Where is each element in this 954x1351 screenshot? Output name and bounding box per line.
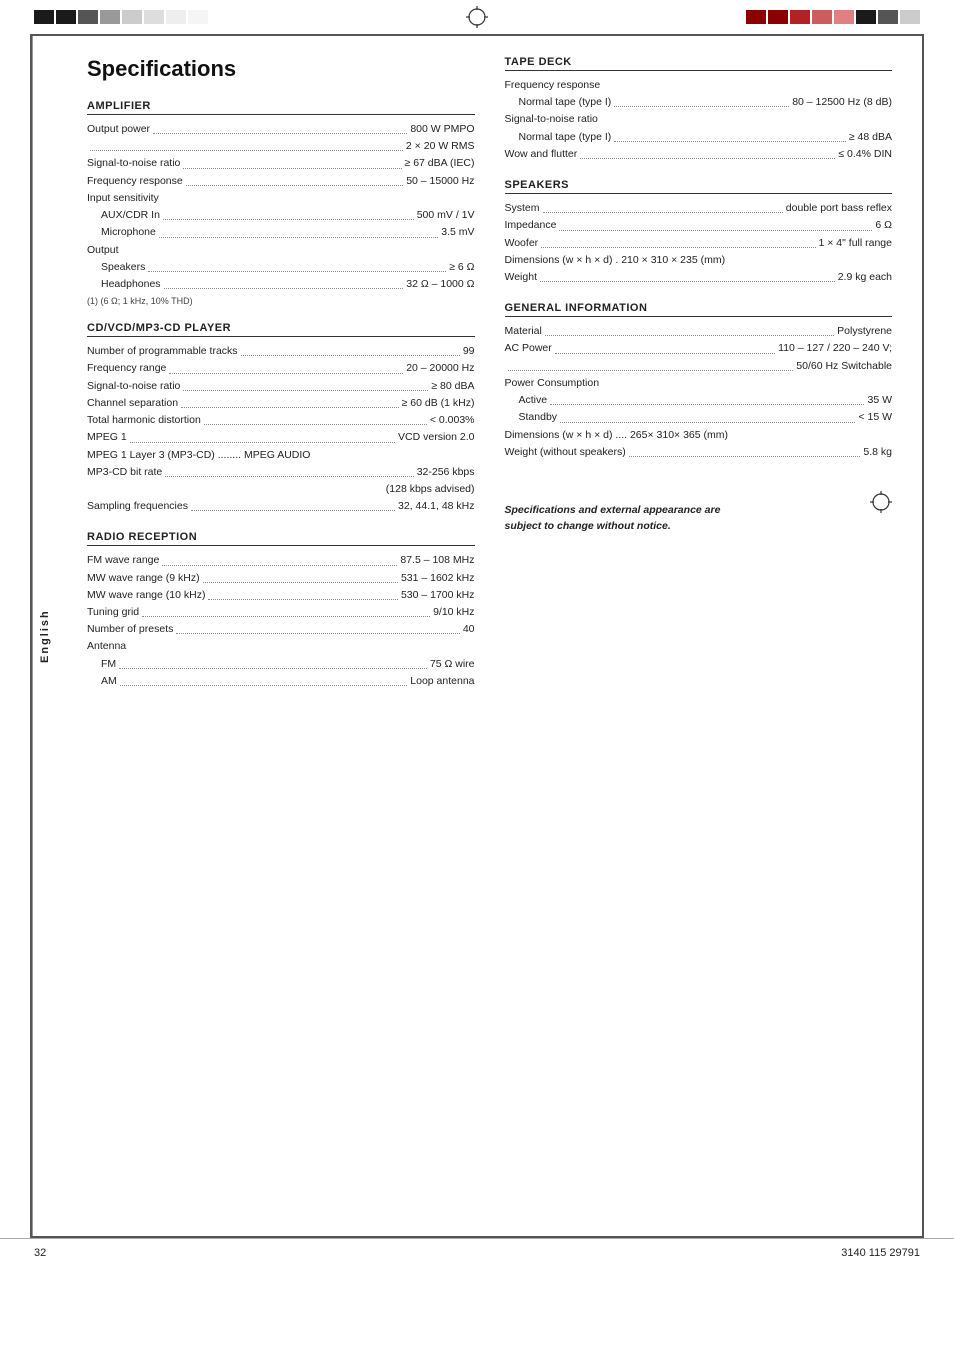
amplifier-header: AMPLIFIER — [87, 100, 475, 115]
spec-output: Output — [87, 242, 475, 259]
spec-wow-flutter: Wow and flutter ≤ 0.4% DIN — [505, 146, 893, 163]
spec-woofer: Woofer 1 × 4" full range — [505, 235, 893, 252]
spec-active: Active 35 W — [505, 392, 893, 409]
spec-fm-antenna: FM 75 Ω wire — [87, 656, 475, 673]
spec-thd: Total harmonic distortion < 0.003% — [87, 412, 475, 429]
left-bar-group — [34, 10, 208, 24]
spec-sampling-freq: Sampling frequencies 32, 44.1, 48 kHz — [87, 498, 475, 515]
spec-mw-9khz: MW wave range (9 kHz) 531 – 1602 kHz — [87, 570, 475, 587]
bar-1 — [34, 10, 54, 24]
spec-microphone: Microphone 3.5 mV — [87, 224, 475, 241]
spec-am-antenna: AM Loop antenna — [87, 673, 475, 690]
spec-presets: Number of presets 40 — [87, 621, 475, 638]
spec-channel-sep: Channel separation ≥ 60 dB (1 kHz) — [87, 395, 475, 412]
rbar-2 — [768, 10, 788, 24]
top-decorative — [0, 0, 954, 34]
crosshair-icon-left — [466, 6, 488, 28]
spec-gen-dimensions: Dimensions (w × h × d) .... 265× 310× 36… — [505, 427, 893, 444]
spec-tape-snr: Signal-to-noise ratio — [505, 111, 893, 128]
bar-4 — [100, 10, 120, 24]
spec-advised-bitrate: (128 kbps advised) — [87, 481, 475, 498]
bar-5 — [122, 10, 142, 24]
speakers-specs: System double port bass reflex Impedance… — [505, 200, 893, 286]
spec-fm-range: FM wave range 87.5 – 108 MHz — [87, 552, 475, 569]
bar-6 — [144, 10, 164, 24]
rbar-7 — [878, 10, 898, 24]
main-content: Specifications AMPLIFIER Output power 80… — [57, 36, 922, 1236]
bottom-note: Specifications and external appearance a… — [505, 503, 721, 535]
content-area: English Specifications AMPLIFIER Output … — [30, 36, 924, 1236]
speakers-header: SPEAKERS — [505, 179, 893, 194]
general-specs: Material Polystyrene AC Power 110 – 127 … — [505, 323, 893, 461]
sidebar-language-label: English — [32, 36, 57, 1236]
bar-8 — [188, 10, 208, 24]
amplifier-footnote: (1) (6 Ω; 1 kHz, 10% THD) — [87, 296, 475, 306]
rbar-4 — [812, 10, 832, 24]
rbar-8 — [900, 10, 920, 24]
spec-impedance: Impedance 6 Ω — [505, 217, 893, 234]
spec-tuning-grid: Tuning grid 9/10 kHz — [87, 604, 475, 621]
tape-deck-header: TAPE DECK — [505, 56, 893, 71]
radio-specs: FM wave range 87.5 – 108 MHz MW wave ran… — [87, 552, 475, 690]
spec-input-sensitivity: Input sensitivity — [87, 190, 475, 207]
page-title: Specifications — [87, 56, 475, 82]
spec-mpeg1-layer3: MPEG 1 Layer 3 (MP3-CD) ........ MPEG AU… — [87, 447, 475, 464]
cd-player-specs: Number of programmable tracks 99 Frequen… — [87, 343, 475, 515]
rbar-5 — [834, 10, 854, 24]
spec-standby: Standby < 15 W — [505, 409, 893, 426]
spec-mp3-bitrate: MP3-CD bit rate 32-256 kbps — [87, 464, 475, 481]
rbar-1 — [746, 10, 766, 24]
spec-rms: 2 × 20 W RMS — [87, 138, 475, 155]
spec-antenna: Antenna — [87, 638, 475, 655]
spec-mpeg1: MPEG 1 VCD version 2.0 — [87, 429, 475, 446]
spec-switchable: 50/60 Hz Switchable — [505, 358, 893, 375]
spec-gen-weight: Weight (without speakers) 5.8 kg — [505, 444, 893, 461]
spec-normal-tape-snr: Normal tape (type I) ≥ 48 dBA — [505, 129, 893, 146]
spec-snr: Signal-to-noise ratio ≥ 67 dBA (IEC) — [87, 155, 475, 172]
spec-spk-weight: Weight 2.9 kg each — [505, 269, 893, 286]
spec-normal-tape-freq: Normal tape (type I) 80 – 12500 Hz (8 dB… — [505, 94, 893, 111]
spec-output-power: Output power 800 W PMPO — [87, 121, 475, 138]
page-number: 32 — [34, 1247, 46, 1259]
spec-speakers: Speakers ≥ 6 Ω — [87, 259, 475, 276]
amplifier-specs: Output power 800 W PMPO 2 × 20 W RMS Sig… — [87, 121, 475, 306]
right-bar-group — [746, 10, 920, 24]
spec-cd-snr: Signal-to-noise ratio ≥ 80 dBA — [87, 378, 475, 395]
page-footer: 32 3140 115 29791 — [0, 1238, 954, 1267]
spec-headphones: Headphones 32 Ω – 1000 Ω — [87, 276, 475, 293]
left-column: Specifications AMPLIFIER Output power 80… — [87, 56, 475, 1216]
spec-tape-freq-resp: Frequency response — [505, 77, 893, 94]
spec-mw-10khz: MW wave range (10 kHz) 530 – 1700 kHz — [87, 587, 475, 604]
spec-system: System double port bass reflex — [505, 200, 893, 217]
spec-freq-resp: Frequency response 50 – 15000 Hz — [87, 173, 475, 190]
rbar-6 — [856, 10, 876, 24]
radio-header: RADIO RECEPTION — [87, 531, 475, 546]
spec-material: Material Polystyrene — [505, 323, 893, 340]
cd-player-header: CD/VCD/MP3-CD PLAYER — [87, 322, 475, 337]
rbar-3 — [790, 10, 810, 24]
bar-2 — [56, 10, 76, 24]
general-header: GENERAL INFORMATION — [505, 302, 893, 317]
spec-cd-freq-range: Frequency range 20 – 20000 Hz — [87, 360, 475, 377]
bar-7 — [166, 10, 186, 24]
tape-deck-specs: Frequency response Normal tape (type I) … — [505, 77, 893, 163]
spec-power-consumption: Power Consumption — [505, 375, 893, 392]
right-column: TAPE DECK Frequency response Normal tape… — [505, 56, 893, 1216]
catalog-number: 3140 115 29791 — [841, 1247, 920, 1259]
spec-spk-dimensions: Dimensions (w × h × d) . 210 × 310 × 235… — [505, 252, 893, 269]
crosshair-icon-right — [870, 491, 892, 513]
bar-3 — [78, 10, 98, 24]
spec-aux-cdr: AUX/CDR In 500 mV / 1V — [87, 207, 475, 224]
spec-ac-power: AC Power 110 – 127 / 220 – 240 V; — [505, 340, 893, 357]
spec-prog-tracks: Number of programmable tracks 99 — [87, 343, 475, 360]
